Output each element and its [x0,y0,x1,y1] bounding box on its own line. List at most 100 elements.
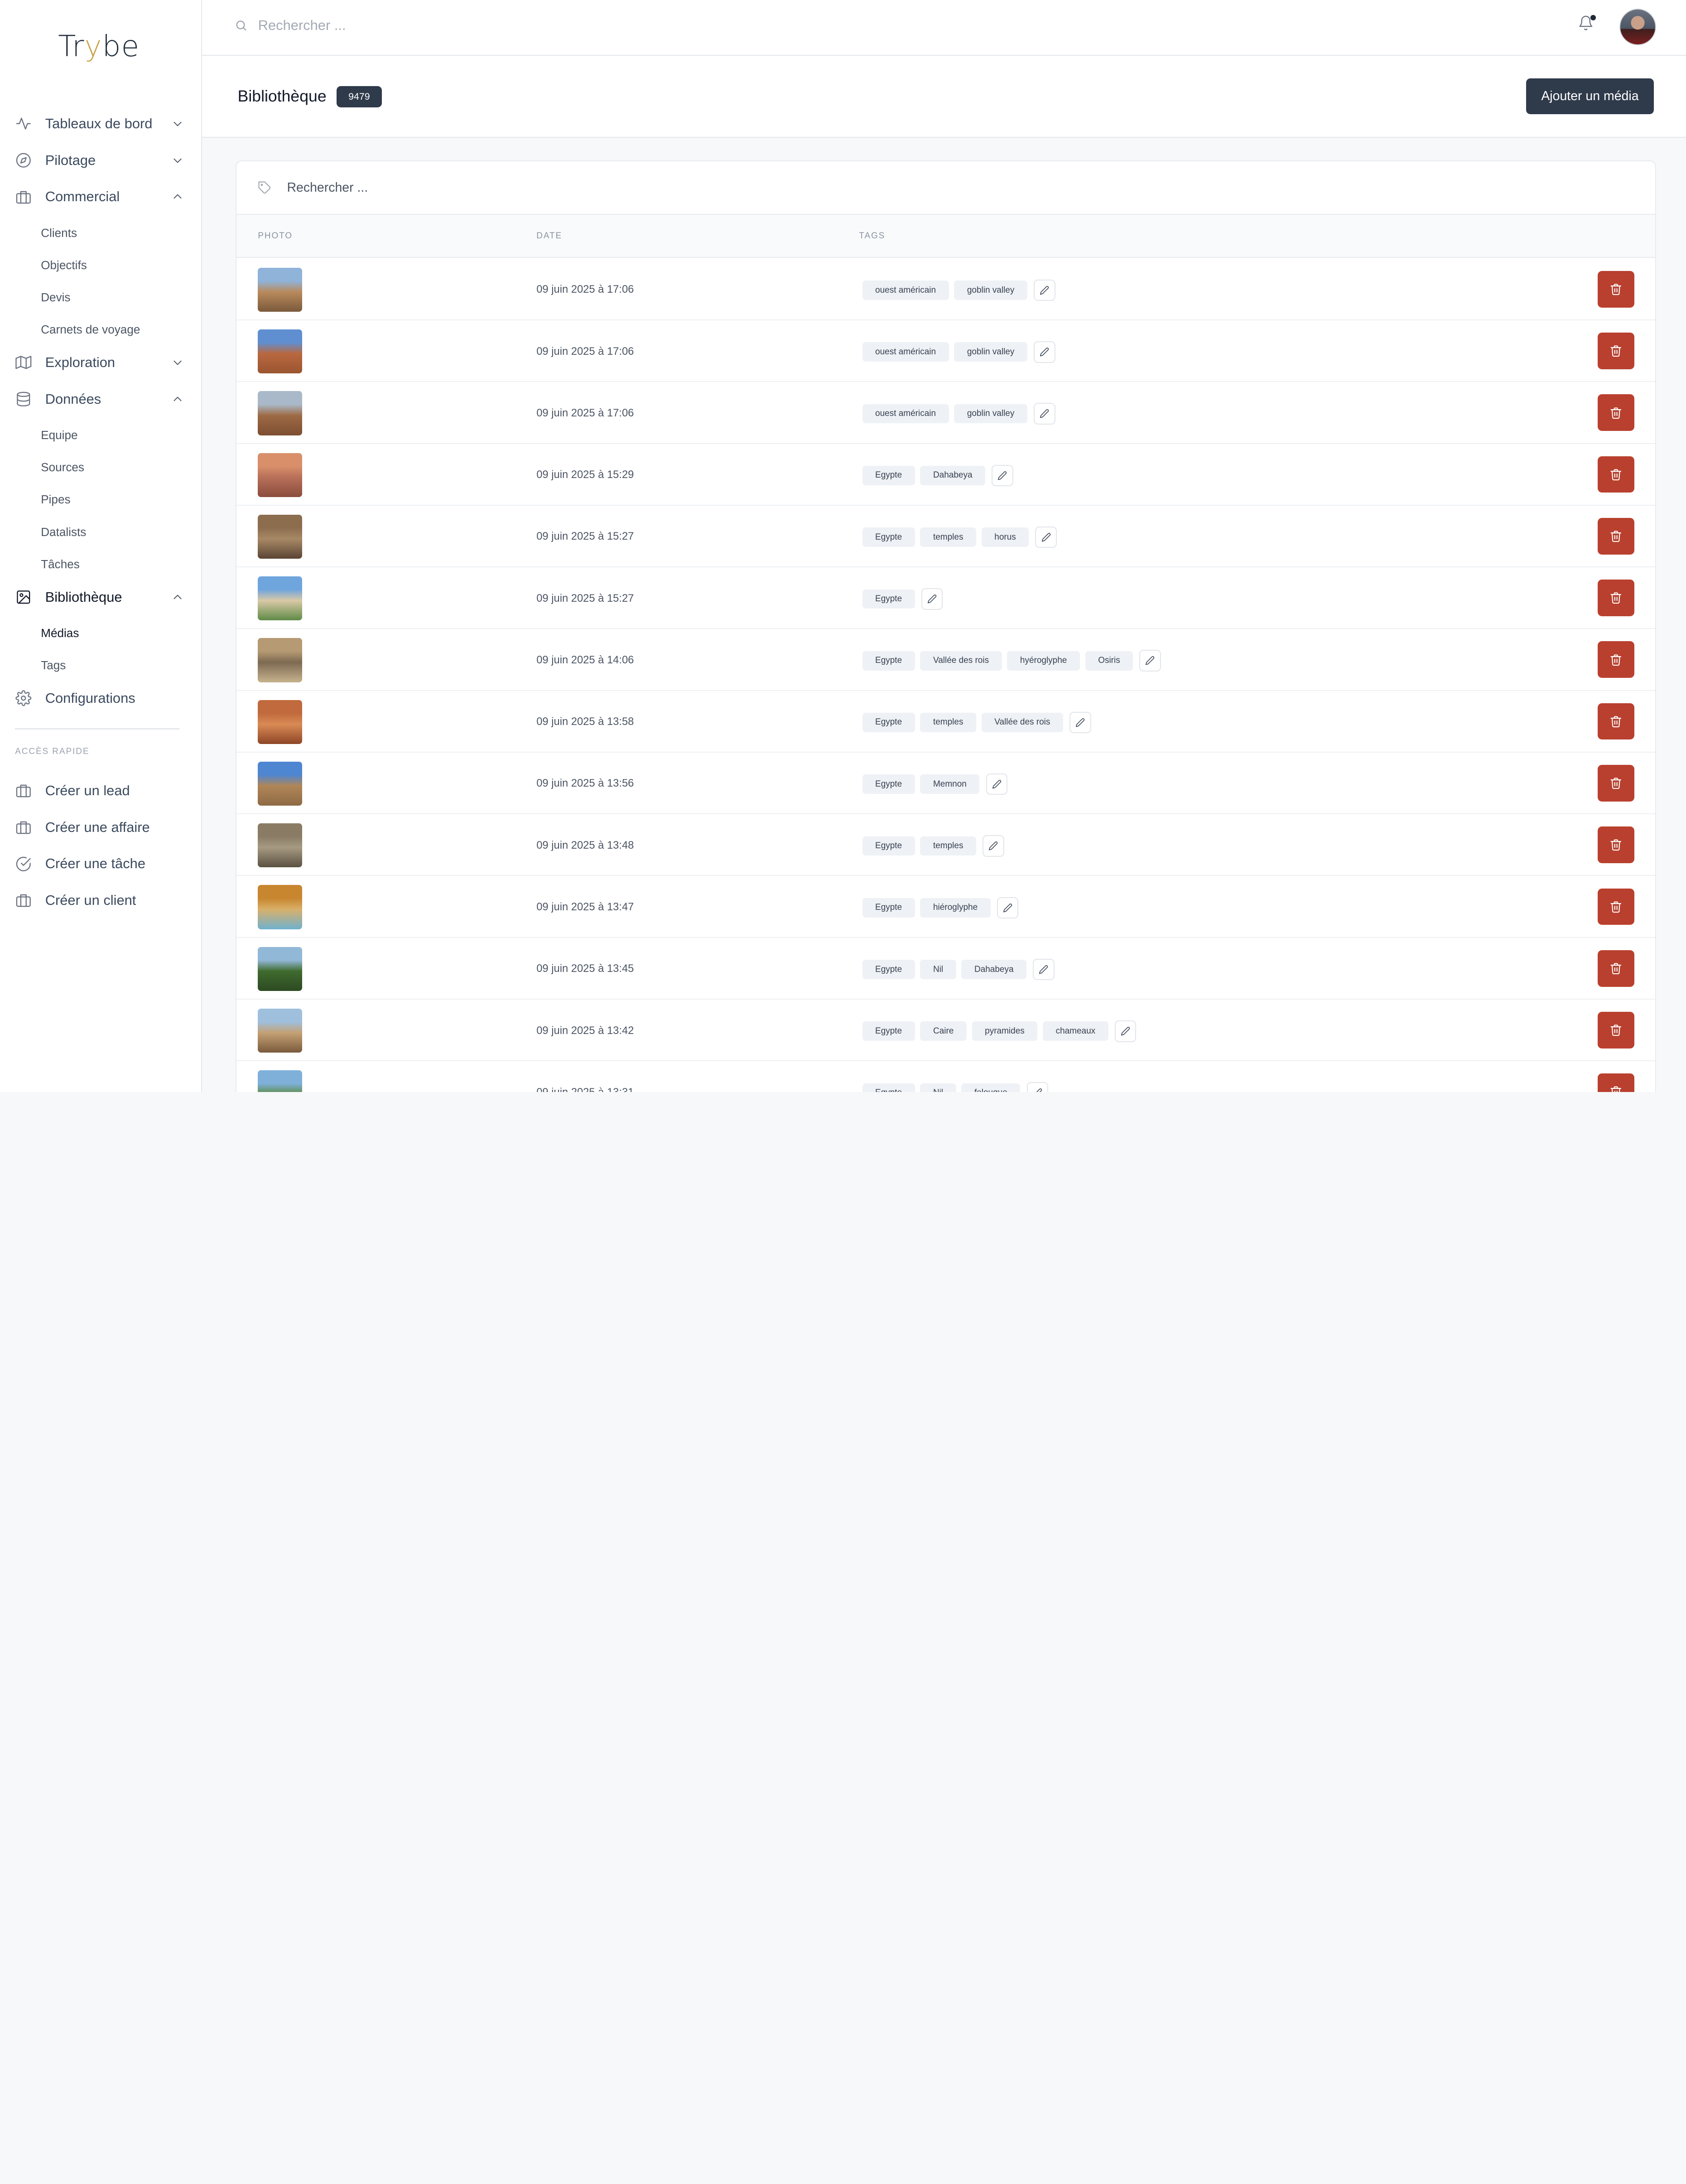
delete-media-button[interactable] [1598,703,1635,740]
sidebar-item-tableaux-de-bord[interactable]: Tableaux de bord [15,110,185,138]
image-icon [15,589,32,606]
quick-create-affaire[interactable]: Créer une affaire [15,813,185,841]
delete-media-button[interactable] [1598,456,1635,493]
tag-search [236,161,1655,215]
trash-icon [1610,592,1622,604]
sidebar-item-commercial[interactable]: Commercial [15,183,185,211]
edit-tags-button[interactable] [992,464,1013,487]
trash-icon [1610,1086,1622,1092]
delete-media-button[interactable] [1598,1012,1635,1049]
media-thumbnail[interactable] [258,761,302,806]
column-header-date[interactable]: DATE [536,231,562,241]
delete-media-button[interactable] [1598,517,1635,555]
brand-logo[interactable]: Trybe [58,30,140,63]
delete-media-button[interactable] [1598,333,1635,369]
pencil-icon [1039,965,1048,974]
sidebar-item-exploration[interactable]: Exploration [15,348,185,377]
quick-create-tache[interactable]: Créer une tâche [15,850,185,878]
sidebar-subitem-devis[interactable]: Devis [41,290,70,304]
tag-search-input[interactable] [287,180,718,195]
media-thumbnail[interactable] [258,1070,302,1092]
media-thumbnail[interactable] [258,576,302,621]
sidebar-subitem-tags[interactable]: Tags [41,658,66,672]
page-title: Bibliothèque [237,87,327,106]
sidebar-item-label: Commercial [45,188,120,205]
chevron-down-icon[interactable] [170,355,185,370]
edit-tags-button[interactable] [921,588,943,610]
pencil-icon [1036,1088,1042,1092]
delete-media-button[interactable] [1598,950,1635,987]
tag-chip: hiéroglyphe [920,898,991,918]
media-thumbnail[interactable] [258,514,302,559]
add-media-button[interactable]: Ajouter un média [1526,78,1654,114]
media-thumbnail[interactable] [258,823,302,868]
trash-icon [1610,901,1622,913]
media-thumbnail[interactable] [258,453,302,497]
media-thumbnail[interactable] [258,638,302,682]
edit-tags-button[interactable] [997,897,1019,918]
edit-tags-button[interactable] [1139,650,1161,672]
delete-media-button[interactable] [1598,580,1635,616]
delete-media-button[interactable] [1598,394,1635,431]
delete-media-button[interactable] [1598,765,1635,802]
tag-chip: temples [920,527,976,547]
tag-chip: Caire [920,1021,967,1041]
tag-chip: goblin valley [954,342,1027,362]
sidebar-item-configurations[interactable]: Configurations [15,684,185,712]
column-header-tags[interactable]: TAGS [859,231,885,241]
delete-media-button[interactable] [1598,888,1635,925]
user-avatar[interactable] [1619,8,1656,45]
tag-chip: temples [920,836,976,856]
chevron-down-icon[interactable] [170,153,185,168]
media-thumbnail[interactable] [258,700,302,744]
edit-tags-button[interactable] [1026,1082,1048,1092]
trash-icon [1610,1024,1622,1036]
sidebar-subitem-medias[interactable]: Médias [41,626,79,640]
sidebar-item-pilotage[interactable]: Pilotage [15,146,185,174]
sidebar-subitem-equipe[interactable]: Equipe [41,428,77,442]
media-thumbnail[interactable] [258,391,302,435]
chevron-down-icon[interactable] [170,116,185,131]
edit-tags-button[interactable] [1114,1020,1137,1042]
quick-create-client[interactable]: Créer un client [15,886,185,914]
edit-tags-button[interactable] [983,835,1004,857]
chevron-up-icon[interactable] [170,589,185,604]
edit-tags-button[interactable] [986,773,1008,795]
edit-tags-button[interactable] [1069,711,1091,734]
sidebar-subitem-clients[interactable]: Clients [41,226,77,240]
delete-media-button[interactable] [1598,826,1635,863]
app-root: Trybe Tableaux de bord Pilotage Commerci… [0,0,1686,1092]
database-icon [15,391,32,408]
media-tags: Egypte temples Vallée des rois [862,711,1091,734]
sidebar-subitem-pipes[interactable]: Pipes [41,493,70,507]
notifications-button[interactable] [1578,15,1597,36]
media-thumbnail[interactable] [258,267,302,312]
global-search-input[interactable] [258,17,581,34]
sidebar-subitem-taches[interactable]: Tâches [41,557,80,571]
tag-chip: Egypte [862,466,915,485]
tag-chip: ouest américain [862,342,949,362]
edit-tags-button[interactable] [1034,403,1055,425]
sidebar-subitem-datalists[interactable]: Datalists [41,525,86,539]
media-thumbnail[interactable] [258,1008,302,1053]
delete-media-button[interactable] [1598,641,1635,678]
sidebar-item-donnees[interactable]: Données [15,385,185,413]
sidebar-item-bibliotheque[interactable]: Bibliothèque [15,583,185,611]
delete-media-button[interactable] [1598,1073,1635,1092]
delete-media-button[interactable] [1598,271,1635,308]
media-thumbnail[interactable] [258,329,302,374]
table-header: PHOTO DATE TAGS [236,215,1655,258]
edit-tags-button[interactable] [1033,958,1055,981]
edit-tags-button[interactable] [1034,279,1055,301]
chevron-up-icon[interactable] [170,189,185,204]
chevron-up-icon[interactable] [170,391,185,406]
media-thumbnail[interactable] [258,947,302,991]
edit-tags-button[interactable] [1034,341,1055,363]
column-header-photo[interactable]: PHOTO [258,231,293,241]
sidebar-subitem-carnets-de-voyage[interactable]: Carnets de voyage [41,323,140,337]
sidebar-subitem-sources[interactable]: Sources [41,460,84,474]
media-thumbnail[interactable] [258,885,302,929]
sidebar-subitem-objectifs[interactable]: Objectifs [41,258,87,272]
quick-create-lead[interactable]: Créer un lead [15,777,185,805]
edit-tags-button[interactable] [1035,526,1057,548]
